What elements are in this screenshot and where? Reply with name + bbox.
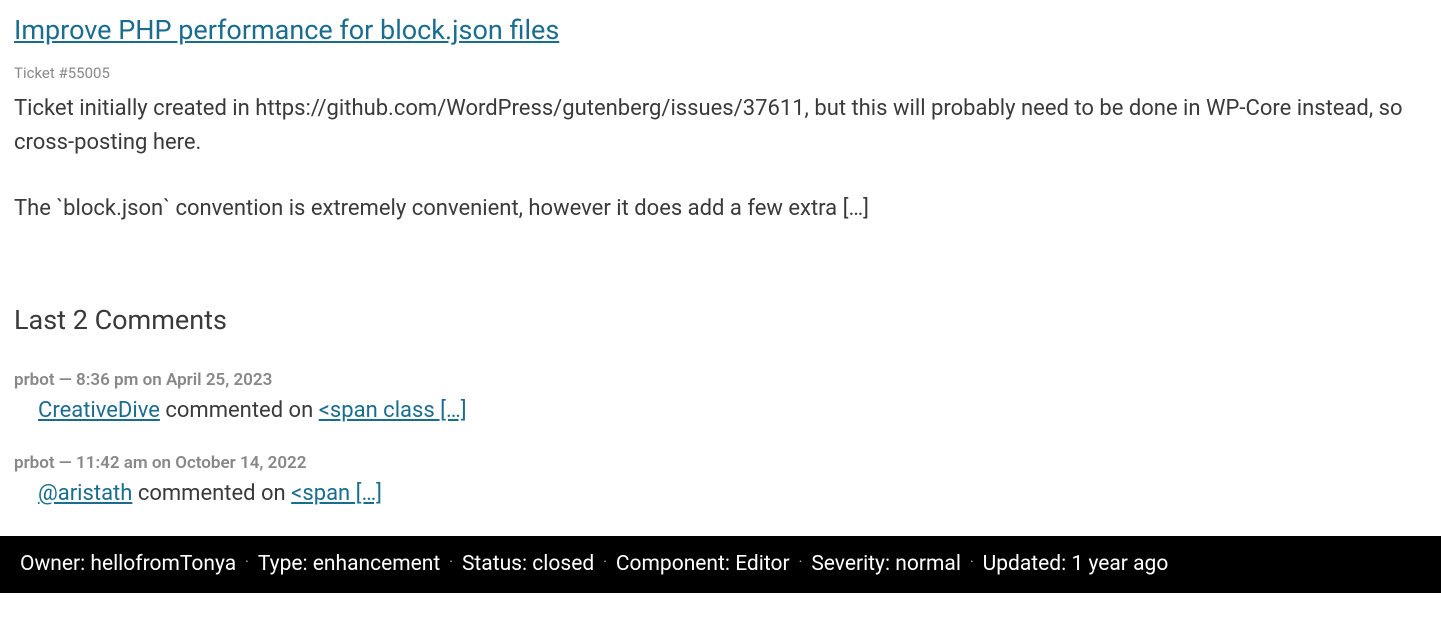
comment-meta: prbot — 11:42 am on October 14, 2022: [14, 453, 1427, 473]
footer-separator: ·: [245, 554, 249, 570]
comment-snippet-link[interactable]: <span […]: [291, 481, 382, 506]
comment-meta: prbot — 8:36 pm on April 25, 2023: [14, 370, 1427, 390]
comment-middle-text: commented on: [132, 481, 291, 506]
description-paragraph-2: The `block.json` convention is extremely…: [14, 192, 1427, 226]
footer-separator: ·: [799, 554, 803, 570]
ticket-title-link[interactable]: Improve PHP performance for block.json f…: [14, 14, 559, 46]
footer-owner: Owner: hellofromTonya: [20, 552, 236, 576]
comment-author-link[interactable]: @aristath: [38, 481, 132, 506]
ticket-footer: Owner: hellofromTonya · Type: enhancemen…: [0, 536, 1441, 593]
footer-updated: Updated: 1 year ago: [983, 552, 1169, 576]
footer-type: Type: enhancement: [258, 552, 440, 576]
comments-heading: Last 2 Comments: [14, 304, 1427, 336]
comment-author-link[interactable]: CreativeDive: [38, 398, 160, 423]
comment-snippet-link[interactable]: <span class […]: [319, 398, 467, 423]
comment-body: @aristath commented on <span […]: [14, 481, 1427, 506]
footer-separator: ·: [603, 554, 607, 570]
footer-severity: Severity: normal: [811, 552, 961, 576]
comment-item: prbot — 11:42 am on October 14, 2022 @ar…: [14, 453, 1427, 506]
footer-separator: ·: [970, 554, 974, 570]
description-paragraph-1: Ticket initially created in https://gith…: [14, 92, 1427, 160]
comment-middle-text: commented on: [160, 398, 319, 423]
footer-status: Status: closed: [462, 552, 594, 576]
comment-body: CreativeDive commented on <span class [……: [14, 398, 1427, 423]
comment-item: prbot — 8:36 pm on April 25, 2023 Creati…: [14, 370, 1427, 423]
ticket-description: Ticket initially created in https://gith…: [14, 92, 1427, 226]
footer-separator: ·: [449, 554, 453, 570]
ticket-number: Ticket #55005: [14, 64, 1427, 82]
footer-component: Component: Editor: [616, 552, 790, 576]
ticket-content: Improve PHP performance for block.json f…: [0, 0, 1441, 506]
